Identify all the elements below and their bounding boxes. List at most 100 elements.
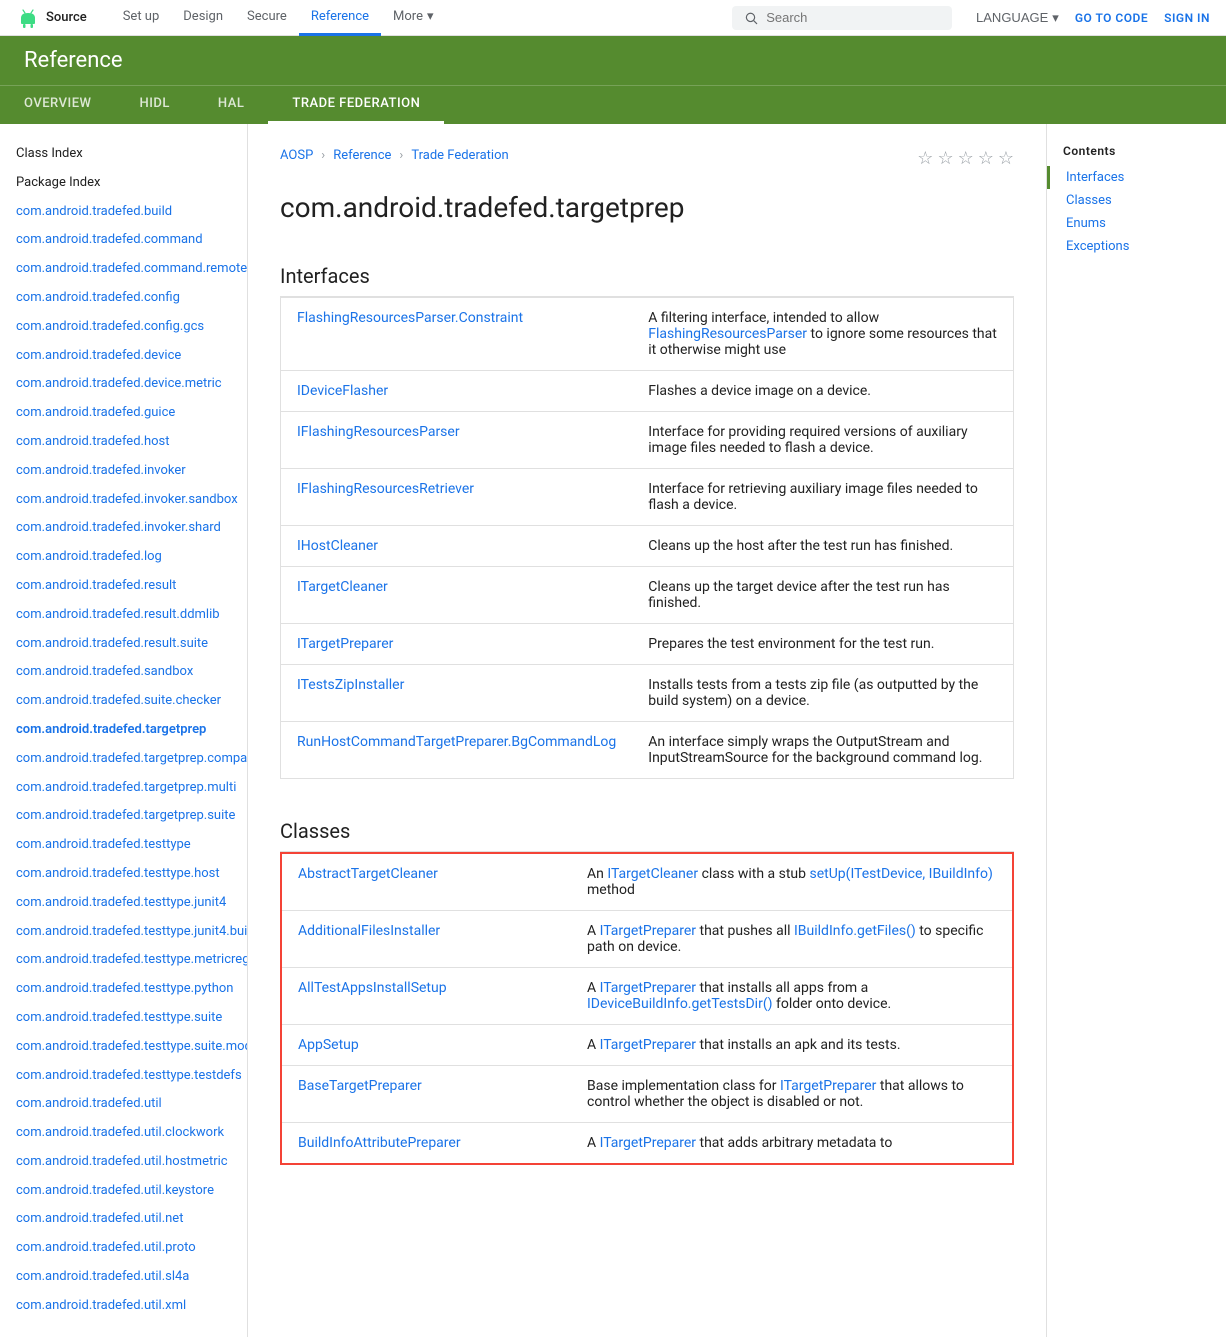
breadcrumb-trade-federation[interactable]: Trade Federation <box>411 148 508 163</box>
interface-link-7[interactable]: ITestsZipInstaller <box>297 677 404 693</box>
sidebar-item-guice[interactable]: com.android.tradefed.guice <box>0 399 247 428</box>
inline-link[interactable]: IBuildInfo.getFiles() <box>794 923 916 939</box>
class-link-5[interactable]: BuildInfoAttributePreparer <box>298 1135 461 1151</box>
table-row: AllTestAppsInstallSetup A ITargetPrepare… <box>281 968 1013 1025</box>
sidebar-item-testtype[interactable]: com.android.tradefed.testtype <box>0 831 247 860</box>
sidebar-item-suite-checker[interactable]: com.android.tradefed.suite.checker <box>0 687 247 716</box>
sidebar-item-util-hostmetric[interactable]: com.android.tradefed.util.hostmetric <box>0 1148 247 1177</box>
interface-link-3[interactable]: IFlashingResourcesRetriever <box>297 481 474 497</box>
interface-link-6[interactable]: ITargetPreparer <box>297 636 393 652</box>
star-3[interactable]: ☆ <box>958 148 974 169</box>
tab-hidl[interactable]: HIDL <box>115 86 193 124</box>
tab-trade-federation[interactable]: TRADE FEDERATION <box>268 86 444 124</box>
tab-hal[interactable]: HAL <box>194 86 268 124</box>
star-2[interactable]: ☆ <box>937 148 953 169</box>
star-5[interactable]: ☆ <box>998 148 1014 169</box>
breadcrumb-aosp[interactable]: AOSP <box>280 148 313 163</box>
nav-reference[interactable]: Reference <box>299 0 381 36</box>
interface-link-5[interactable]: ITargetCleaner <box>297 579 388 595</box>
sidebar-item-targetprep[interactable]: com.android.tradefed.targetprep <box>0 716 247 745</box>
main-content: AOSP › Reference › Trade Federation ☆ ☆ … <box>248 124 1046 1337</box>
toc-item-classes[interactable]: Classes <box>1047 189 1226 212</box>
sidebar-item-util-sl4a[interactable]: com.android.tradefed.util.sl4a <box>0 1263 247 1292</box>
inline-link[interactable]: ITargetPreparer <box>600 923 696 939</box>
sidebar-item-device-metric[interactable]: com.android.tradefed.device.metric <box>0 370 247 399</box>
sidebar-item-sandbox[interactable]: com.android.tradefed.sandbox <box>0 658 247 687</box>
go-to-code-button[interactable]: GO TO CODE <box>1075 11 1148 25</box>
toc-item-interfaces[interactable]: Interfaces <box>1047 166 1226 189</box>
sidebar-item-device[interactable]: com.android.tradefed.device <box>0 342 247 371</box>
nav-setup[interactable]: Set up <box>111 0 172 36</box>
logo[interactable]: Source <box>16 6 87 30</box>
sign-in-button[interactable]: SIGN IN <box>1164 11 1210 25</box>
class-link-4[interactable]: BaseTargetPreparer <box>298 1078 422 1094</box>
inline-link[interactable]: ITargetPreparer <box>780 1078 876 1094</box>
sidebar-item-util-clockwork[interactable]: com.android.tradefed.util.clockwork <box>0 1119 247 1148</box>
sidebar-item-command-remote[interactable]: com.android.tradefed.command.remote <box>0 255 247 284</box>
sidebar-item-testtype-suite-module[interactable]: com.android.tradefed.testtype.suite.modu… <box>0 1033 247 1062</box>
interface-link-0[interactable]: FlashingResourcesParser.Constraint <box>297 310 523 326</box>
sidebar-item-util[interactable]: com.android.tradefed.util <box>0 1090 247 1119</box>
inline-link[interactable]: IDeviceBuildInfo.getTestsDir() <box>587 996 773 1012</box>
sidebar-item-result-ddmlib[interactable]: com.android.tradefed.result.ddmlib <box>0 601 247 630</box>
sidebar-item-invoker-shard[interactable]: com.android.tradefed.invoker.shard <box>0 514 247 543</box>
star-1[interactable]: ☆ <box>917 148 933 169</box>
sidebar-item-class-index[interactable]: Class Index <box>0 140 247 169</box>
sidebar-item-targetprep-multi[interactable]: com.android.tradefed.targetprep.multi <box>0 774 247 803</box>
inline-link[interactable]: ITargetPreparer <box>600 980 696 996</box>
inline-link[interactable]: FlashingResourcesParser <box>648 326 807 342</box>
sidebar-item-package-index[interactable]: Package Index <box>0 169 247 198</box>
sidebar-item-util-xml[interactable]: com.android.tradefed.util.xml <box>0 1292 247 1321</box>
search-input[interactable] <box>766 10 940 25</box>
sidebar-item-testtype-python[interactable]: com.android.tradefed.testtype.python <box>0 975 247 1004</box>
inline-link[interactable]: ITargetPreparer <box>600 1135 696 1151</box>
search-bar[interactable] <box>732 6 952 30</box>
sidebar-item-testtype-metricregression[interactable]: com.android.tradefed.testtype.metricregr… <box>0 946 247 975</box>
toc-item-enums[interactable]: Enums <box>1047 212 1226 235</box>
inline-link[interactable]: ITargetPreparer <box>600 1037 696 1053</box>
interfaces-table: FlashingResourcesParser.Constraint A fil… <box>280 297 1014 779</box>
interface-link-2[interactable]: IFlashingResourcesParser <box>297 424 460 440</box>
class-link-3[interactable]: AppSetup <box>298 1037 359 1053</box>
breadcrumb-reference[interactable]: Reference <box>333 148 391 163</box>
interface-link-8[interactable]: RunHostCommandTargetPreparer.BgCommandLo… <box>297 734 616 750</box>
class-link-1[interactable]: AdditionalFilesInstaller <box>298 923 440 939</box>
sidebar-item-build[interactable]: com.android.tradefed.build <box>0 198 247 227</box>
top-nav-right: LANGUAGE ▾ GO TO CODE SIGN IN <box>976 10 1210 26</box>
star-4[interactable]: ☆ <box>978 148 994 169</box>
interface-link-1[interactable]: IDeviceFlasher <box>297 383 388 399</box>
logo-label: Source <box>46 10 87 25</box>
toc-item-exceptions[interactable]: Exceptions <box>1047 235 1226 258</box>
sidebar-item-util-net[interactable]: com.android.tradefed.util.net <box>0 1205 247 1234</box>
sidebar-item-config-gcs[interactable]: com.android.tradefed.config.gcs <box>0 313 247 342</box>
sidebar-item-testtype-junit4-builder[interactable]: com.android.tradefed.testtype.junit4.bui… <box>0 918 247 947</box>
class-link-2[interactable]: AllTestAppsInstallSetup <box>298 980 447 996</box>
inline-link[interactable]: setUp(ITestDevice, IBuildInfo) <box>809 866 992 882</box>
sidebar-item-invoker-sandbox[interactable]: com.android.tradefed.invoker.sandbox <box>0 486 247 515</box>
content-wrapper: AOSP › Reference › Trade Federation ☆ ☆ … <box>248 124 1046 1213</box>
nav-secure[interactable]: Secure <box>235 0 299 36</box>
sidebar-item-testtype-suite[interactable]: com.android.tradefed.testtype.suite <box>0 1004 247 1033</box>
sidebar-item-util-keystore[interactable]: com.android.tradefed.util.keystore <box>0 1177 247 1206</box>
sidebar-item-targetprep-companion[interactable]: com.android.tradefed.targetprep.companio… <box>0 745 247 774</box>
tab-overview[interactable]: OVERVIEW <box>0 86 115 124</box>
sidebar-item-result-suite[interactable]: com.android.tradefed.result.suite <box>0 630 247 659</box>
inline-link[interactable]: ITargetCleaner <box>607 866 698 882</box>
language-button[interactable]: LANGUAGE ▾ <box>976 10 1059 26</box>
interface-link-4[interactable]: IHostCleaner <box>297 538 378 554</box>
table-row: ITargetCleaner Cleans up the target devi… <box>281 567 1014 624</box>
sidebar-item-util-proto[interactable]: com.android.tradefed.util.proto <box>0 1234 247 1263</box>
sidebar-item-invoker[interactable]: com.android.tradefed.invoker <box>0 457 247 486</box>
sidebar-item-log[interactable]: com.android.tradefed.log <box>0 543 247 572</box>
sidebar-item-testtype-host[interactable]: com.android.tradefed.testtype.host <box>0 860 247 889</box>
sidebar-item-testtype-junit4[interactable]: com.android.tradefed.testtype.junit4 <box>0 889 247 918</box>
nav-design[interactable]: Design <box>171 0 235 36</box>
nav-more[interactable]: More ▾ <box>381 0 445 36</box>
class-link-0[interactable]: AbstractTargetCleaner <box>298 866 438 882</box>
sidebar-item-result[interactable]: com.android.tradefed.result <box>0 572 247 601</box>
sidebar-item-targetprep-suite[interactable]: com.android.tradefed.targetprep.suite <box>0 802 247 831</box>
sidebar-item-testtype-testdefs[interactable]: com.android.tradefed.testtype.testdefs <box>0 1062 247 1091</box>
sidebar-item-config[interactable]: com.android.tradefed.config <box>0 284 247 313</box>
sidebar-item-host[interactable]: com.android.tradefed.host <box>0 428 247 457</box>
sidebar-item-command[interactable]: com.android.tradefed.command <box>0 226 247 255</box>
